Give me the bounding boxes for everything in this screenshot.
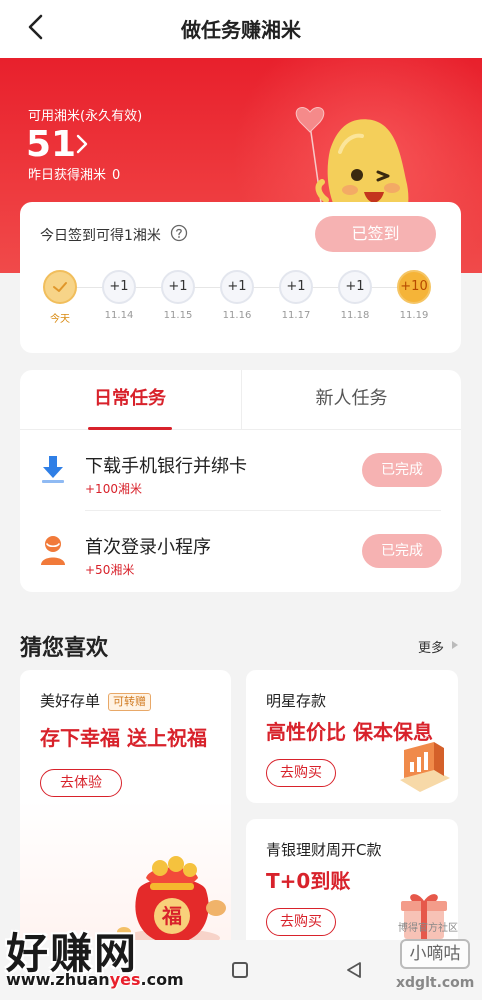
product-tag: 可转赠 xyxy=(108,693,151,711)
day-reward: +1 xyxy=(279,270,313,304)
watermark-box: 小嘀咕 xyxy=(400,939,470,969)
task-name: 首次登录小程序 xyxy=(85,537,211,558)
download-icon xyxy=(42,456,64,483)
product-card[interactable]: 美好存单 可转赠 存下幸福 送上祝福 去体验 福 xyxy=(20,670,231,960)
product-name: 美好存单 xyxy=(40,692,101,710)
day-label: 11.16 xyxy=(222,310,252,321)
signin-card: 今日签到可得1湘米 已签到 今天 +1 11.14 +1 11.15 +1 11… xyxy=(20,202,461,353)
bar-chart-icon xyxy=(400,742,450,792)
watermark-url-part: www.zhuan xyxy=(6,970,110,989)
yesterday-value: 0 xyxy=(112,168,121,183)
section-title: 猜您喜欢 xyxy=(20,636,109,661)
home-button[interactable] xyxy=(232,962,248,978)
yesterday-earned: 昨日获得湘米 0 xyxy=(28,164,120,183)
tab-newbie-tasks[interactable]: 新人任务 xyxy=(241,370,461,430)
product-slogan: T+0到账 xyxy=(266,869,351,893)
signin-day: +1 11.15 xyxy=(158,270,198,321)
signin-day: +1 11.14 xyxy=(99,270,139,321)
site-watermark-left: 好赚网 www.zhuanyes.com xyxy=(0,920,200,995)
balance-amount[interactable]: 51 xyxy=(26,124,76,165)
task-completed-button[interactable]: 已完成 xyxy=(362,453,442,487)
signin-day: 今天 xyxy=(40,270,80,325)
watermark-url-part: .com xyxy=(140,970,184,989)
yesterday-label: 昨日获得湘米 xyxy=(28,168,107,183)
try-button[interactable]: 去体验 xyxy=(40,769,122,797)
product-name: 明星存款 xyxy=(266,692,327,710)
day-reward: +1 xyxy=(338,270,372,304)
day-label: 11.17 xyxy=(281,310,311,321)
task-completed-button[interactable]: 已完成 xyxy=(362,534,442,568)
tab-daily-tasks[interactable]: 日常任务 xyxy=(20,370,240,430)
product-slogan: 存下幸福 送上祝福 xyxy=(40,726,207,750)
product-card[interactable]: 明星存款 高性价比 保本保息 去购买 xyxy=(246,670,458,803)
tasks-card: 日常任务 新人任务 下载手机银行并绑卡 +100湘米 已完成 首次登录小程序 +… xyxy=(20,370,461,592)
top-bar: 做任务赚湘米 xyxy=(0,0,482,58)
buy-button[interactable]: 去购买 xyxy=(266,908,336,936)
balance-label: 可用湘米(永久有效) xyxy=(28,109,143,124)
signin-day: +1 11.17 xyxy=(276,270,316,321)
signin-days: 今天 +1 11.14 +1 11.15 +1 11.16 +1 11.17 +… xyxy=(40,270,440,330)
day-reward: +1 xyxy=(161,270,195,304)
check-icon xyxy=(43,270,77,304)
task-reward: +100湘米 xyxy=(85,482,142,496)
day-label: 11.14 xyxy=(104,310,134,321)
site-watermark-right: 博得官方社区 小嘀咕 xdglt.com xyxy=(392,915,482,1000)
day-reward: +10 xyxy=(397,270,431,304)
task-item: 下载手机银行并绑卡 +100湘米 已完成 xyxy=(20,432,461,512)
day-reward: +1 xyxy=(102,270,136,304)
day-label: 11.19 xyxy=(399,310,429,321)
signed-in-button[interactable]: 已签到 xyxy=(315,216,436,252)
day-label: 11.15 xyxy=(163,310,193,321)
signin-text: 今日签到可得1湘米 xyxy=(40,228,161,244)
divider xyxy=(85,510,441,511)
signin-day: +1 11.16 xyxy=(217,270,257,321)
user-icon xyxy=(41,536,65,565)
buy-button[interactable]: 去购买 xyxy=(266,759,336,787)
task-reward: +50湘米 xyxy=(85,563,135,577)
triangle-right-icon xyxy=(452,641,458,649)
day-reward: +1 xyxy=(220,270,254,304)
watermark-url: xdglt.com xyxy=(396,975,475,991)
watermark-url-part: yes xyxy=(109,970,141,989)
back-triangle-icon[interactable] xyxy=(345,960,363,980)
task-item: 首次登录小程序 +50湘米 已完成 xyxy=(20,513,461,593)
day-label: 11.18 xyxy=(340,310,370,321)
signin-day: +10 11.19 xyxy=(394,270,434,321)
product-name: 青银理财周开C款 xyxy=(266,841,382,859)
watermark-caption: 博得官方社区 xyxy=(398,923,458,934)
more-link[interactable]: 更多 xyxy=(418,637,444,656)
chevron-right-icon[interactable] xyxy=(74,134,90,154)
day-label: 今天 xyxy=(50,314,70,325)
help-icon[interactable] xyxy=(170,224,188,242)
task-name: 下载手机银行并绑卡 xyxy=(85,456,247,477)
task-tabs: 日常任务 新人任务 xyxy=(20,370,461,430)
watermark-url: www.zhuanyes.com xyxy=(6,970,184,989)
page-title: 做任务赚湘米 xyxy=(181,18,301,42)
signin-day: +1 11.18 xyxy=(335,270,375,321)
